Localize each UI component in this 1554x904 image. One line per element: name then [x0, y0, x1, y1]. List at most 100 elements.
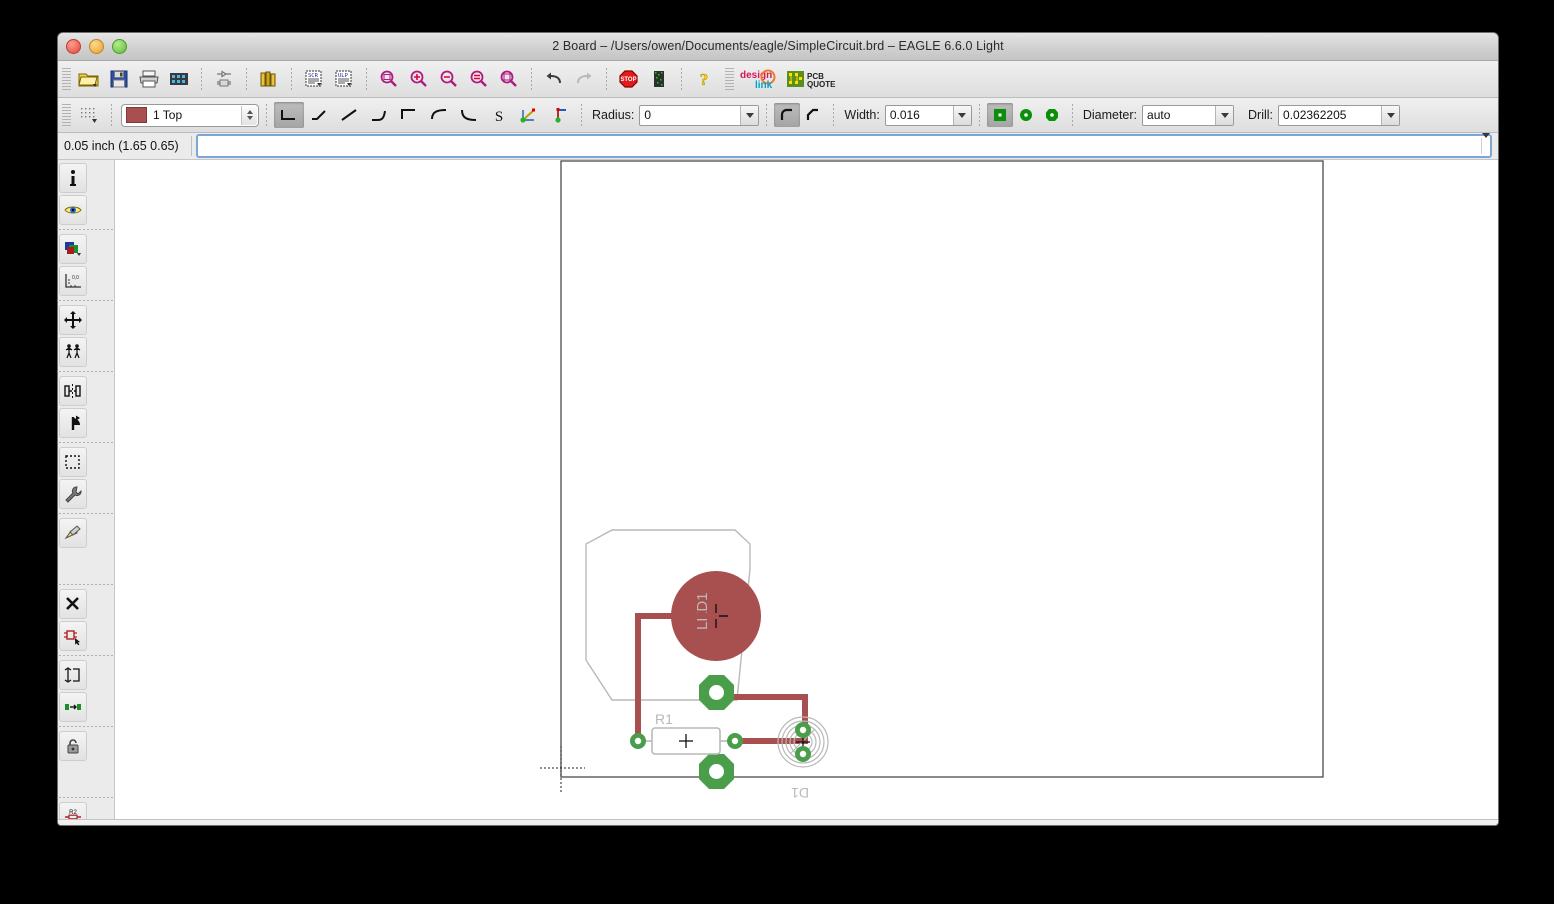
ulp-icon[interactable]: ULP: [330, 65, 358, 93]
print-icon[interactable]: [135, 65, 163, 93]
bend-style-arc-left[interactable]: [424, 102, 454, 128]
radius-field[interactable]: [639, 104, 760, 126]
mark-tool[interactable]: 0,0: [59, 266, 87, 296]
stop-icon[interactable]: STOP: [615, 65, 643, 93]
bend-style-45-up[interactable]: [304, 102, 334, 128]
pcb-quote-icon[interactable]: PCB QUOTE: [786, 65, 838, 93]
drill-input[interactable]: [1279, 106, 1382, 124]
d1-label: D1: [791, 785, 809, 801]
bend-style-90-left[interactable]: [394, 102, 424, 128]
maximize-window-button[interactable]: [112, 39, 127, 54]
bend-style-orthogonal[interactable]: [544, 102, 574, 128]
command-input[interactable]: [197, 138, 1481, 154]
grid-icon[interactable]: [75, 101, 103, 129]
toolbar-separator: [291, 68, 292, 90]
led1-pad-bottom[interactable]: [699, 754, 734, 789]
traffic-lights: [66, 39, 127, 54]
r1-pad-right[interactable]: [727, 733, 743, 749]
toolbar-grip-2[interactable]: [725, 68, 734, 90]
replace-tool[interactable]: [59, 692, 87, 722]
zoom-in-icon[interactable]: [405, 65, 433, 93]
redo-icon[interactable]: [570, 65, 598, 93]
minimize-window-button[interactable]: [89, 39, 104, 54]
via-shape-octagon-button[interactable]: [1039, 103, 1065, 127]
add-part-tool[interactable]: [59, 621, 87, 651]
open-icon[interactable]: [75, 65, 103, 93]
r1-pad-left[interactable]: [630, 733, 646, 749]
palette-separator: [59, 369, 113, 374]
layer-stepper[interactable]: [241, 105, 257, 125]
miter-bevel-button[interactable]: [800, 103, 826, 127]
ratsnest-icon[interactable]: [645, 65, 673, 93]
library-icon[interactable]: [255, 65, 283, 93]
bend-style-s-curve[interactable]: S: [484, 102, 514, 128]
command-history-arrow[interactable]: [1481, 133, 1490, 155]
bend-style-arc-down[interactable]: [454, 102, 484, 128]
command-line[interactable]: [195, 133, 1492, 158]
width-dropdown-arrow[interactable]: [952, 105, 971, 125]
zoom-fit-icon[interactable]: [375, 65, 403, 93]
radius-input[interactable]: [640, 106, 741, 124]
diameter-input[interactable]: [1143, 106, 1216, 124]
design-link-icon[interactable]: design link: [738, 65, 784, 93]
toolbar-grip[interactable]: [62, 68, 71, 90]
palette-separator: [59, 795, 113, 800]
bend-style-free-angle[interactable]: [514, 102, 544, 128]
close-window-button[interactable]: [66, 39, 81, 54]
board-canvas-area[interactable]: LED1 R1 D1: [115, 160, 1498, 819]
display-layers-tool[interactable]: [59, 234, 87, 264]
origin-crosshair: [540, 746, 585, 792]
copy-tool[interactable]: [59, 376, 87, 406]
schematic-board-switch-icon[interactable]: [210, 65, 238, 93]
layer-select[interactable]: 1 Top: [121, 103, 259, 127]
lock-tool[interactable]: [59, 731, 87, 761]
diameter-field[interactable]: [1142, 104, 1235, 126]
via-shape-round-button[interactable]: [1013, 103, 1039, 127]
drill-dropdown-arrow[interactable]: [1381, 105, 1400, 125]
radius-label: Radius:: [592, 108, 635, 122]
undo-icon[interactable]: [540, 65, 568, 93]
paste-tool[interactable]: [59, 518, 87, 548]
bend-style-curve-up[interactable]: [364, 102, 394, 128]
board-drawing[interactable]: LED1 R1 D1: [115, 160, 1498, 819]
move-tool[interactable]: [59, 305, 87, 335]
help-icon[interactable]: ?: [690, 65, 718, 93]
command-row: 0.05 inch (1.65 0.65): [58, 133, 1498, 160]
width-field[interactable]: [884, 104, 972, 126]
palette-separator: [59, 227, 113, 232]
info-tool[interactable]: [59, 163, 87, 193]
rotate-tool[interactable]: [59, 447, 87, 477]
show-tool[interactable]: [59, 195, 87, 225]
change-tool[interactable]: [59, 479, 87, 509]
via-shape-square-button[interactable]: [986, 103, 1013, 127]
toolbar-separator: [266, 104, 267, 126]
zoom-redraw-icon[interactable]: [465, 65, 493, 93]
group-tool[interactable]: [59, 337, 87, 367]
palette-separator: [59, 298, 113, 303]
param-toolbar-grip[interactable]: [62, 104, 71, 126]
save-icon[interactable]: [105, 65, 133, 93]
pinswap-tool[interactable]: [59, 660, 87, 690]
drill-field[interactable]: [1278, 104, 1401, 126]
cam-processor-icon[interactable]: [165, 65, 193, 93]
delete-tool[interactable]: [59, 589, 87, 619]
r1-origin-cross: [679, 734, 693, 748]
radius-dropdown-arrow[interactable]: [740, 105, 759, 125]
diameter-dropdown-arrow[interactable]: [1215, 105, 1234, 125]
bend-style-90-right[interactable]: [274, 102, 304, 128]
d1-pad-top[interactable]: [795, 722, 811, 738]
zoom-select-icon[interactable]: [495, 65, 523, 93]
miter-round-button[interactable]: [774, 103, 801, 127]
blank-slot: [59, 763, 87, 793]
toolbar-separator: [833, 104, 835, 126]
toolbar-separator: [681, 68, 682, 90]
d1-pad-bottom[interactable]: [795, 746, 811, 762]
coordinate-display: 0.05 inch (1.65 0.65): [64, 139, 179, 153]
layer-select-value: 1 Top: [153, 108, 183, 122]
script-icon[interactable]: SCR: [300, 65, 328, 93]
width-input[interactable]: [885, 106, 953, 124]
bend-style-straight[interactable]: [334, 102, 364, 128]
mirror-tool[interactable]: [59, 408, 87, 438]
led1-pad-top[interactable]: [699, 675, 734, 710]
zoom-out-icon[interactable]: [435, 65, 463, 93]
